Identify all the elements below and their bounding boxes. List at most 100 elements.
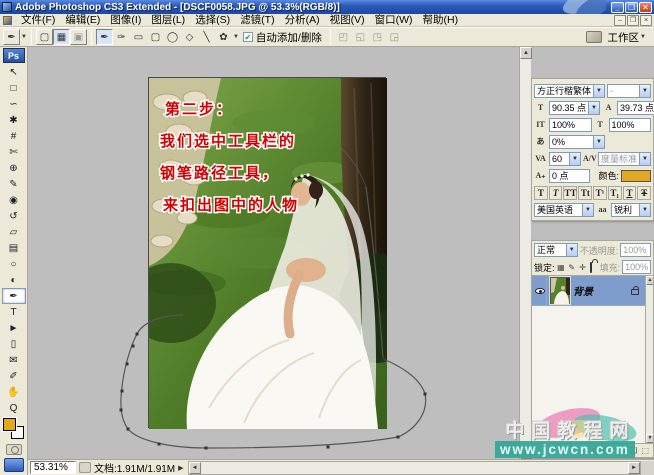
fill-value[interactable]: 100%	[622, 260, 651, 274]
move-tool-icon[interactable]: ↖	[2, 64, 26, 80]
link-layers-icon[interactable]: ⧉	[593, 446, 599, 456]
layer-name[interactable]: 背景	[573, 283, 628, 298]
rectangle-tool-button[interactable]: ▭	[130, 29, 147, 45]
new-layer-icon[interactable]: ⬚	[641, 446, 649, 455]
dodge-tool-icon[interactable]: ◐	[2, 272, 26, 288]
font-family-select[interactable]: 方正行楷繁体 ▼	[534, 84, 605, 98]
layer-scroll-down-button[interactable]: ▼	[646, 434, 653, 443]
tool-preset-pen-icon[interactable]: ✒	[3, 29, 20, 45]
faux-bold-button[interactable]: T	[534, 186, 548, 200]
type-tool-icon[interactable]: T	[2, 304, 26, 320]
blend-mode-select[interactable]: 正常 ▼	[534, 243, 578, 257]
lock-all-icon[interactable]	[589, 263, 598, 272]
restore-button[interactable]: ❐	[625, 2, 638, 13]
tracking-select[interactable]: 60 ▼	[549, 152, 581, 166]
strikethrough-button[interactable]: Ŧ	[637, 186, 651, 200]
layer-style-icon[interactable]: fx	[602, 446, 608, 455]
blend-mode-value[interactable]: 正常	[534, 243, 566, 257]
zoom-tool-icon[interactable]: Q	[2, 400, 26, 416]
vertical-scale-value[interactable]: 100%	[549, 118, 592, 132]
tracking-dropdown-arrow[interactable]: ▼	[569, 152, 581, 166]
blur-tool-icon[interactable]: ○	[2, 256, 26, 272]
menu-window[interactable]: 窗口(W)	[370, 14, 418, 27]
proportional-dropdown-arrow[interactable]: ▼	[593, 135, 605, 149]
tracking-value[interactable]: 60	[549, 152, 569, 166]
anti-alias-value[interactable]: 锐利	[611, 203, 639, 217]
ellipse-tool-button[interactable]: ◯	[164, 29, 181, 45]
language-dropdown-arrow[interactable]: ▼	[582, 203, 594, 217]
opacity-value[interactable]: 100%	[620, 243, 651, 257]
brush-tool-icon[interactable]: ✎	[2, 176, 26, 192]
small-caps-button[interactable]: Tt	[578, 186, 592, 200]
language-select[interactable]: 美国英语 ▼	[534, 203, 594, 217]
blend-mode-dropdown-arrow[interactable]: ▼	[566, 243, 578, 257]
font-style-value[interactable]: -	[607, 84, 639, 98]
rounded-rectangle-tool-button[interactable]: ▢	[147, 29, 164, 45]
horizontal-scrollbar[interactable]: ◄ ►	[188, 461, 641, 475]
menu-analysis[interactable]: 分析(A)	[280, 14, 325, 27]
lock-position-icon[interactable]: ✛	[578, 263, 587, 272]
shape-tool-icon[interactable]: ▯	[2, 336, 26, 352]
bridge-icon[interactable]	[586, 31, 602, 43]
pen-tool-icon[interactable]: ✒	[2, 288, 26, 304]
font-style-select[interactable]: - ▼	[607, 84, 651, 98]
kerning-select[interactable]: 度量标准 ▼	[598, 152, 651, 166]
font-family-value[interactable]: 方正行楷繁体	[534, 84, 593, 98]
font-size-dropdown-arrow[interactable]: ▼	[588, 101, 600, 115]
menu-file[interactable]: 文件(F)	[16, 14, 60, 27]
subscript-button[interactable]: T₁	[608, 186, 622, 200]
shape-options-dropdown-arrow[interactable]: ▼	[233, 34, 239, 40]
clone-stamp-tool-icon[interactable]: ◉	[2, 192, 26, 208]
close-button[interactable]: ✕	[639, 2, 652, 13]
baseline-shift-value[interactable]: 0 点	[549, 169, 590, 183]
exclude-path-area-button[interactable]: ◲	[386, 29, 403, 45]
photo-dscf0058[interactable]: 第二步： 我们选中工具栏的 钢笔路径工具， 来扣出图中的人物	[148, 77, 386, 428]
foreground-color-swatch[interactable]	[3, 418, 16, 431]
menu-layer[interactable]: 图层(L)	[146, 14, 190, 27]
anti-alias-dropdown-arrow[interactable]: ▼	[639, 203, 651, 217]
proportional-spacing-select[interactable]: 0% ▼	[549, 135, 605, 149]
status-menu-arrow[interactable]: ▶	[178, 464, 183, 472]
shape-layers-mode-button[interactable]: ▢	[36, 29, 53, 45]
pen-tool-button[interactable]: ✒	[96, 29, 113, 45]
underline-button[interactable]: T	[623, 186, 637, 200]
paths-mode-button[interactable]: ▦	[53, 29, 70, 45]
doc-restore-button[interactable]: ❐	[627, 15, 639, 26]
kerning-value[interactable]: 度量标准	[598, 152, 639, 166]
menu-filter[interactable]: 滤镜(T)	[235, 14, 279, 27]
freeform-pen-tool-button[interactable]: ✑	[113, 29, 130, 45]
slice-tool-icon[interactable]: ✄	[2, 144, 26, 160]
layer-scroll-up-button[interactable]: ▲	[646, 276, 653, 285]
doc-close-button[interactable]: ×	[640, 15, 652, 26]
polygon-tool-button[interactable]: ◇	[181, 29, 198, 45]
line-tool-button[interactable]: ╲	[198, 29, 215, 45]
resize-grip[interactable]	[641, 461, 654, 475]
anti-alias-select[interactable]: 锐利 ▼	[611, 203, 651, 217]
layer-thumbnail[interactable]	[550, 277, 570, 304]
zoom-level-field[interactable]: 53.31%	[30, 461, 76, 474]
fill-pixels-mode-button[interactable]: ▣	[70, 29, 87, 45]
visibility-toggle[interactable]	[534, 277, 547, 305]
font-size-value[interactable]: 90.35 点	[549, 101, 588, 115]
menu-edit[interactable]: 编辑(E)	[60, 14, 105, 27]
eyedropper-tool-icon[interactable]: ✐	[2, 368, 26, 384]
lock-transparency-icon[interactable]: ▦	[557, 263, 566, 272]
layer-group-icon[interactable]: ❏	[630, 446, 637, 455]
path-selection-tool-icon[interactable]: ►	[2, 320, 26, 336]
font-style-dropdown-arrow[interactable]: ▼	[639, 84, 651, 98]
quick-mask-button[interactable]	[6, 444, 22, 455]
notes-tool-icon[interactable]: ✉	[2, 352, 26, 368]
adjustment-layer-icon[interactable]: ◑	[621, 446, 626, 455]
scroll-left-button[interactable]: ◄	[189, 462, 201, 474]
kerning-dropdown-arrow[interactable]: ▼	[639, 152, 651, 166]
marquee-tool-icon[interactable]: □	[2, 80, 26, 96]
minimize-button[interactable]: _	[611, 2, 624, 13]
custom-shape-tool-button[interactable]: ✿	[215, 29, 232, 45]
hand-tool-icon[interactable]: ✋	[2, 384, 26, 400]
faux-italic-button[interactable]: T	[549, 186, 563, 200]
menu-view[interactable]: 视图(V)	[325, 14, 370, 27]
add-path-area-button[interactable]: ◰	[335, 29, 352, 45]
ps-logo[interactable]: Ps	[3, 48, 25, 63]
proportional-spacing-value[interactable]: 0%	[549, 135, 593, 149]
layer-row-background[interactable]: 背景	[532, 276, 645, 306]
